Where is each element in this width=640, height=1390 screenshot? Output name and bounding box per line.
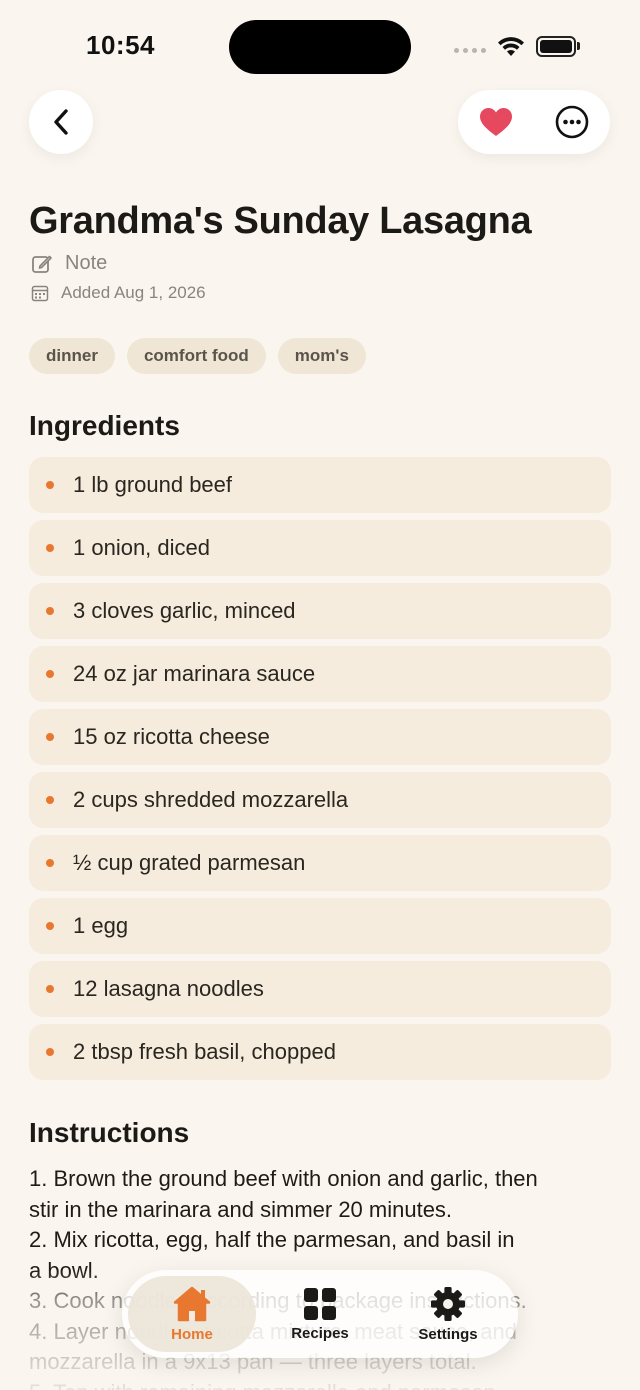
calendar-icon xyxy=(31,285,49,302)
battery-icon xyxy=(536,36,576,57)
dynamic-island xyxy=(229,20,411,74)
ingredient-item: 2 tbsp fresh basil, chopped xyxy=(29,1024,611,1080)
grid-icon xyxy=(304,1287,336,1320)
recipe-source-label: Note xyxy=(65,252,108,274)
chevron-left-icon xyxy=(54,109,68,135)
tab-settings[interactable]: Settings xyxy=(384,1276,512,1352)
bullet-dot-icon xyxy=(46,481,54,489)
more-options-button[interactable] xyxy=(552,102,592,142)
instruction-line: stir in the marinara and simmer 20 minut… xyxy=(29,1196,453,1222)
tag-moms[interactable]: mom's xyxy=(277,338,366,374)
tab-bar: Home Recipes Settings xyxy=(122,1270,518,1358)
bullet-dot-icon xyxy=(46,922,54,930)
bullet-dot-icon xyxy=(46,670,54,678)
tag-dinner[interactable]: dinner xyxy=(29,338,115,374)
back-button[interactable] xyxy=(29,90,93,154)
bullet-dot-icon xyxy=(46,544,54,552)
ingredient-list: 1 lb ground beef 1 onion, diced 3 cloves… xyxy=(29,457,611,1080)
ingredient-item: 3 cloves garlic, minced xyxy=(29,583,611,639)
tab-recipes-label: Recipes xyxy=(291,1324,349,1342)
tag-list: dinner comfort food mom's xyxy=(29,338,366,374)
tab-settings-label: Settings xyxy=(418,1325,478,1343)
bullet-dot-icon xyxy=(46,985,54,993)
recipe-source: Note xyxy=(31,252,107,275)
recipe-added-date: Added Aug 1, 2026 xyxy=(31,283,206,303)
ingredient-item: 2 cups shredded mozzarella xyxy=(29,772,611,828)
bullet-dot-icon xyxy=(46,859,54,867)
cellular-signal-icon xyxy=(454,48,486,53)
instructions-heading: Instructions xyxy=(29,1117,190,1148)
ingredient-item: 24 oz jar marinara sauce xyxy=(29,646,611,702)
ingredient-item: 1 onion, diced xyxy=(29,520,611,576)
edit-note-icon xyxy=(32,255,52,273)
recipe-added-label: Added Aug 1, 2026 xyxy=(61,283,206,302)
bullet-dot-icon xyxy=(46,796,54,804)
tab-home-label: Home xyxy=(171,1325,213,1343)
house-icon xyxy=(173,1286,211,1321)
heart-icon xyxy=(480,108,512,136)
ellipsis-circle-icon xyxy=(555,105,589,139)
recipe-title: Grandma's Sunday Lasagna xyxy=(29,200,532,242)
gear-icon xyxy=(431,1286,465,1321)
bullet-dot-icon xyxy=(46,733,54,741)
ingredient-item: 1 egg xyxy=(29,898,611,954)
status-time: 10:54 xyxy=(86,30,155,60)
bullet-dot-icon xyxy=(46,1048,54,1056)
instruction-line: 2. Mix ricotta, egg, half the parmesan, … xyxy=(29,1227,515,1252)
recipe-actions xyxy=(458,90,610,154)
wifi-icon xyxy=(498,37,524,56)
ingredients-heading: Ingredients xyxy=(29,410,180,441)
tab-home[interactable]: Home xyxy=(128,1276,256,1352)
ingredient-item: 12 lasagna noodles xyxy=(29,961,611,1017)
ingredient-item: 15 oz ricotta cheese xyxy=(29,709,611,765)
ingredient-item: 1 lb ground beef xyxy=(29,457,611,513)
tag-comfort-food[interactable]: comfort food xyxy=(126,338,266,374)
instruction-line: 1. Brown the ground beef with onion and … xyxy=(29,1166,538,1191)
ingredient-item: ½ cup grated parmesan xyxy=(29,835,611,891)
status-bar: 10:54 xyxy=(0,0,640,90)
instruction-line: 5. Top with remaining mozzarella and par… xyxy=(29,1378,599,1390)
favorite-button[interactable] xyxy=(476,102,516,142)
bullet-dot-icon xyxy=(46,607,54,615)
tab-recipes[interactable]: Recipes xyxy=(256,1276,384,1352)
